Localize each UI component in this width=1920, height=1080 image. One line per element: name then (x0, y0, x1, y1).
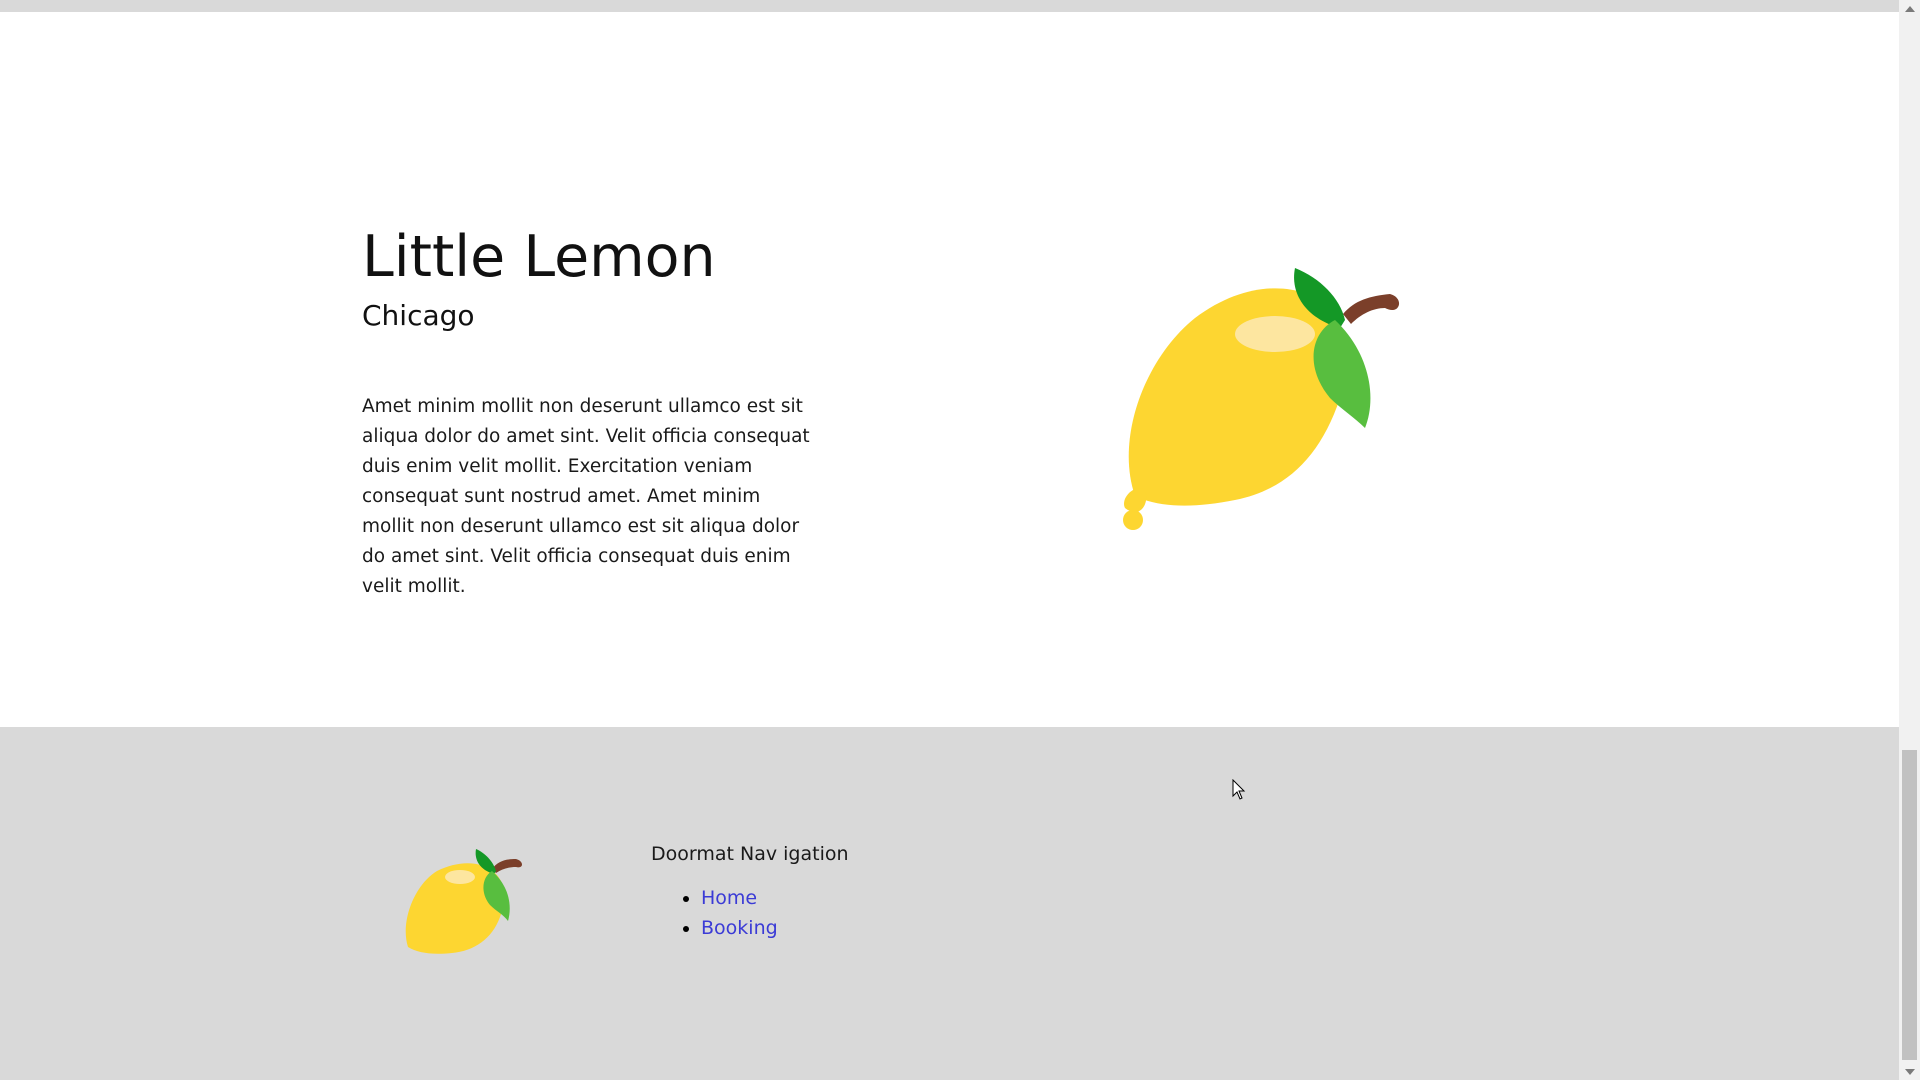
scroll-up-icon[interactable] (1899, 0, 1920, 17)
hero-description: Amet minim mollit non deserunt ullamco e… (362, 396, 810, 598)
nav-item-booking: Booking (701, 913, 849, 943)
vertical-scrollbar[interactable] (1899, 0, 1920, 1080)
lemon-icon (1115, 258, 1445, 548)
footer-logo[interactable] (402, 847, 526, 957)
header-bottom-edge (0, 0, 1899, 12)
hero-section: Little Lemon Chicago Amet minim mollit n… (362, 224, 822, 602)
page-viewport: Little Lemon Chicago Amet minim mollit n… (0, 0, 1899, 1080)
mouse-cursor-icon (1232, 778, 1246, 801)
scroll-down-icon[interactable] (1899, 1063, 1920, 1080)
scrollbar-thumb[interactable] (1902, 750, 1917, 1060)
nav-link-home[interactable]: Home (701, 887, 757, 909)
page-title: Little Lemon (362, 224, 716, 290)
lemon-icon (405, 849, 522, 954)
doormat-nav-list: Home Booking (651, 883, 849, 943)
doormat-navigation: Doormat Nav igation Home Booking (651, 843, 849, 943)
doormat-nav-heading: Doormat Nav igation (651, 843, 849, 865)
footer: Doormat Nav igation Home Booking (0, 727, 1899, 1080)
page-subtitle: Chicago (362, 298, 475, 332)
nav-item-home: Home (701, 883, 849, 913)
nav-link-booking[interactable]: Booking (701, 917, 778, 939)
